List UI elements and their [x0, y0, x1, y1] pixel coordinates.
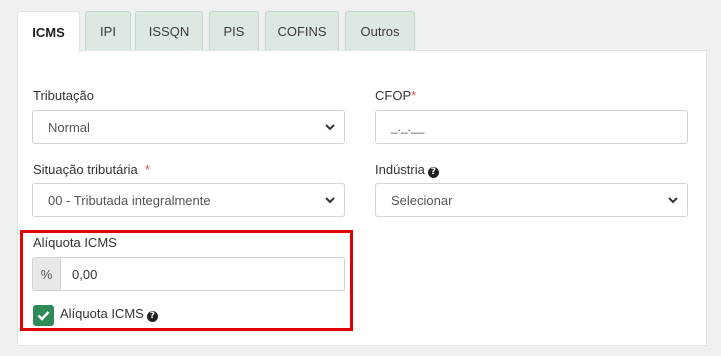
situacao-value: 00 - Tributada integralmente [48, 192, 211, 208]
industria-select[interactable]: Selecionar [375, 183, 688, 217]
tributacao-select[interactable]: Normal [32, 110, 345, 144]
tab-label: Outros [360, 24, 400, 39]
industria-label: Indústria? [375, 162, 439, 178]
cfop-label: CFOP* [375, 88, 416, 103]
aliquota-checkbox[interactable] [33, 305, 54, 326]
industria-label-text: Indústria [375, 162, 425, 177]
tab-icms[interactable]: ICMS [17, 11, 80, 52]
required-mark: * [145, 162, 151, 177]
aliquota-checkbox-text: Alíquota ICMS [60, 306, 144, 321]
check-icon [37, 311, 50, 321]
cfop-label-text: CFOP [375, 88, 412, 103]
chevron-down-icon [325, 124, 335, 131]
aliquota-input[interactable]: 0,00 [61, 258, 344, 290]
tab-issqn[interactable]: ISSQN [135, 11, 203, 51]
tab-label: COFINS [277, 24, 327, 39]
chevron-down-icon [668, 197, 678, 204]
question-circle-icon[interactable]: ? [146, 311, 158, 322]
tributacao-label: Tributação [33, 88, 94, 103]
tab-ipi[interactable]: IPI [85, 11, 131, 51]
chevron-down-icon [325, 197, 335, 204]
situacao-label: Situação tributária * [33, 162, 150, 177]
tab-label: PIS [223, 24, 245, 39]
tributacao-value: Normal [48, 119, 90, 135]
tab-label: ICMS [32, 24, 65, 40]
industria-value: Selecionar [391, 192, 453, 208]
situacao-label-text: Situação tributária [33, 162, 138, 177]
tab-pis[interactable]: PIS [209, 11, 259, 51]
tab-label: ISSQN [148, 24, 190, 39]
aliquota-checkbox-label: Alíquota ICMS? [60, 306, 158, 322]
question-circle-icon[interactable]: ? [427, 167, 439, 178]
cfop-input[interactable]: _._.__ [375, 110, 688, 144]
aliquota-value: 0,00 [72, 266, 98, 282]
percent-addon: % [33, 258, 61, 290]
tab-label: IPI [100, 24, 116, 39]
tab-outros[interactable]: Outros [345, 11, 415, 51]
required-mark: * [411, 88, 417, 103]
aliquota-label: Alíquota ICMS [33, 235, 117, 250]
cfop-value: _._.__ [391, 120, 425, 134]
situacao-select[interactable]: 00 - Tributada integralmente [32, 183, 345, 217]
aliquota-input-group: % 0,00 [32, 257, 345, 291]
tab-cofins[interactable]: COFINS [265, 11, 339, 51]
